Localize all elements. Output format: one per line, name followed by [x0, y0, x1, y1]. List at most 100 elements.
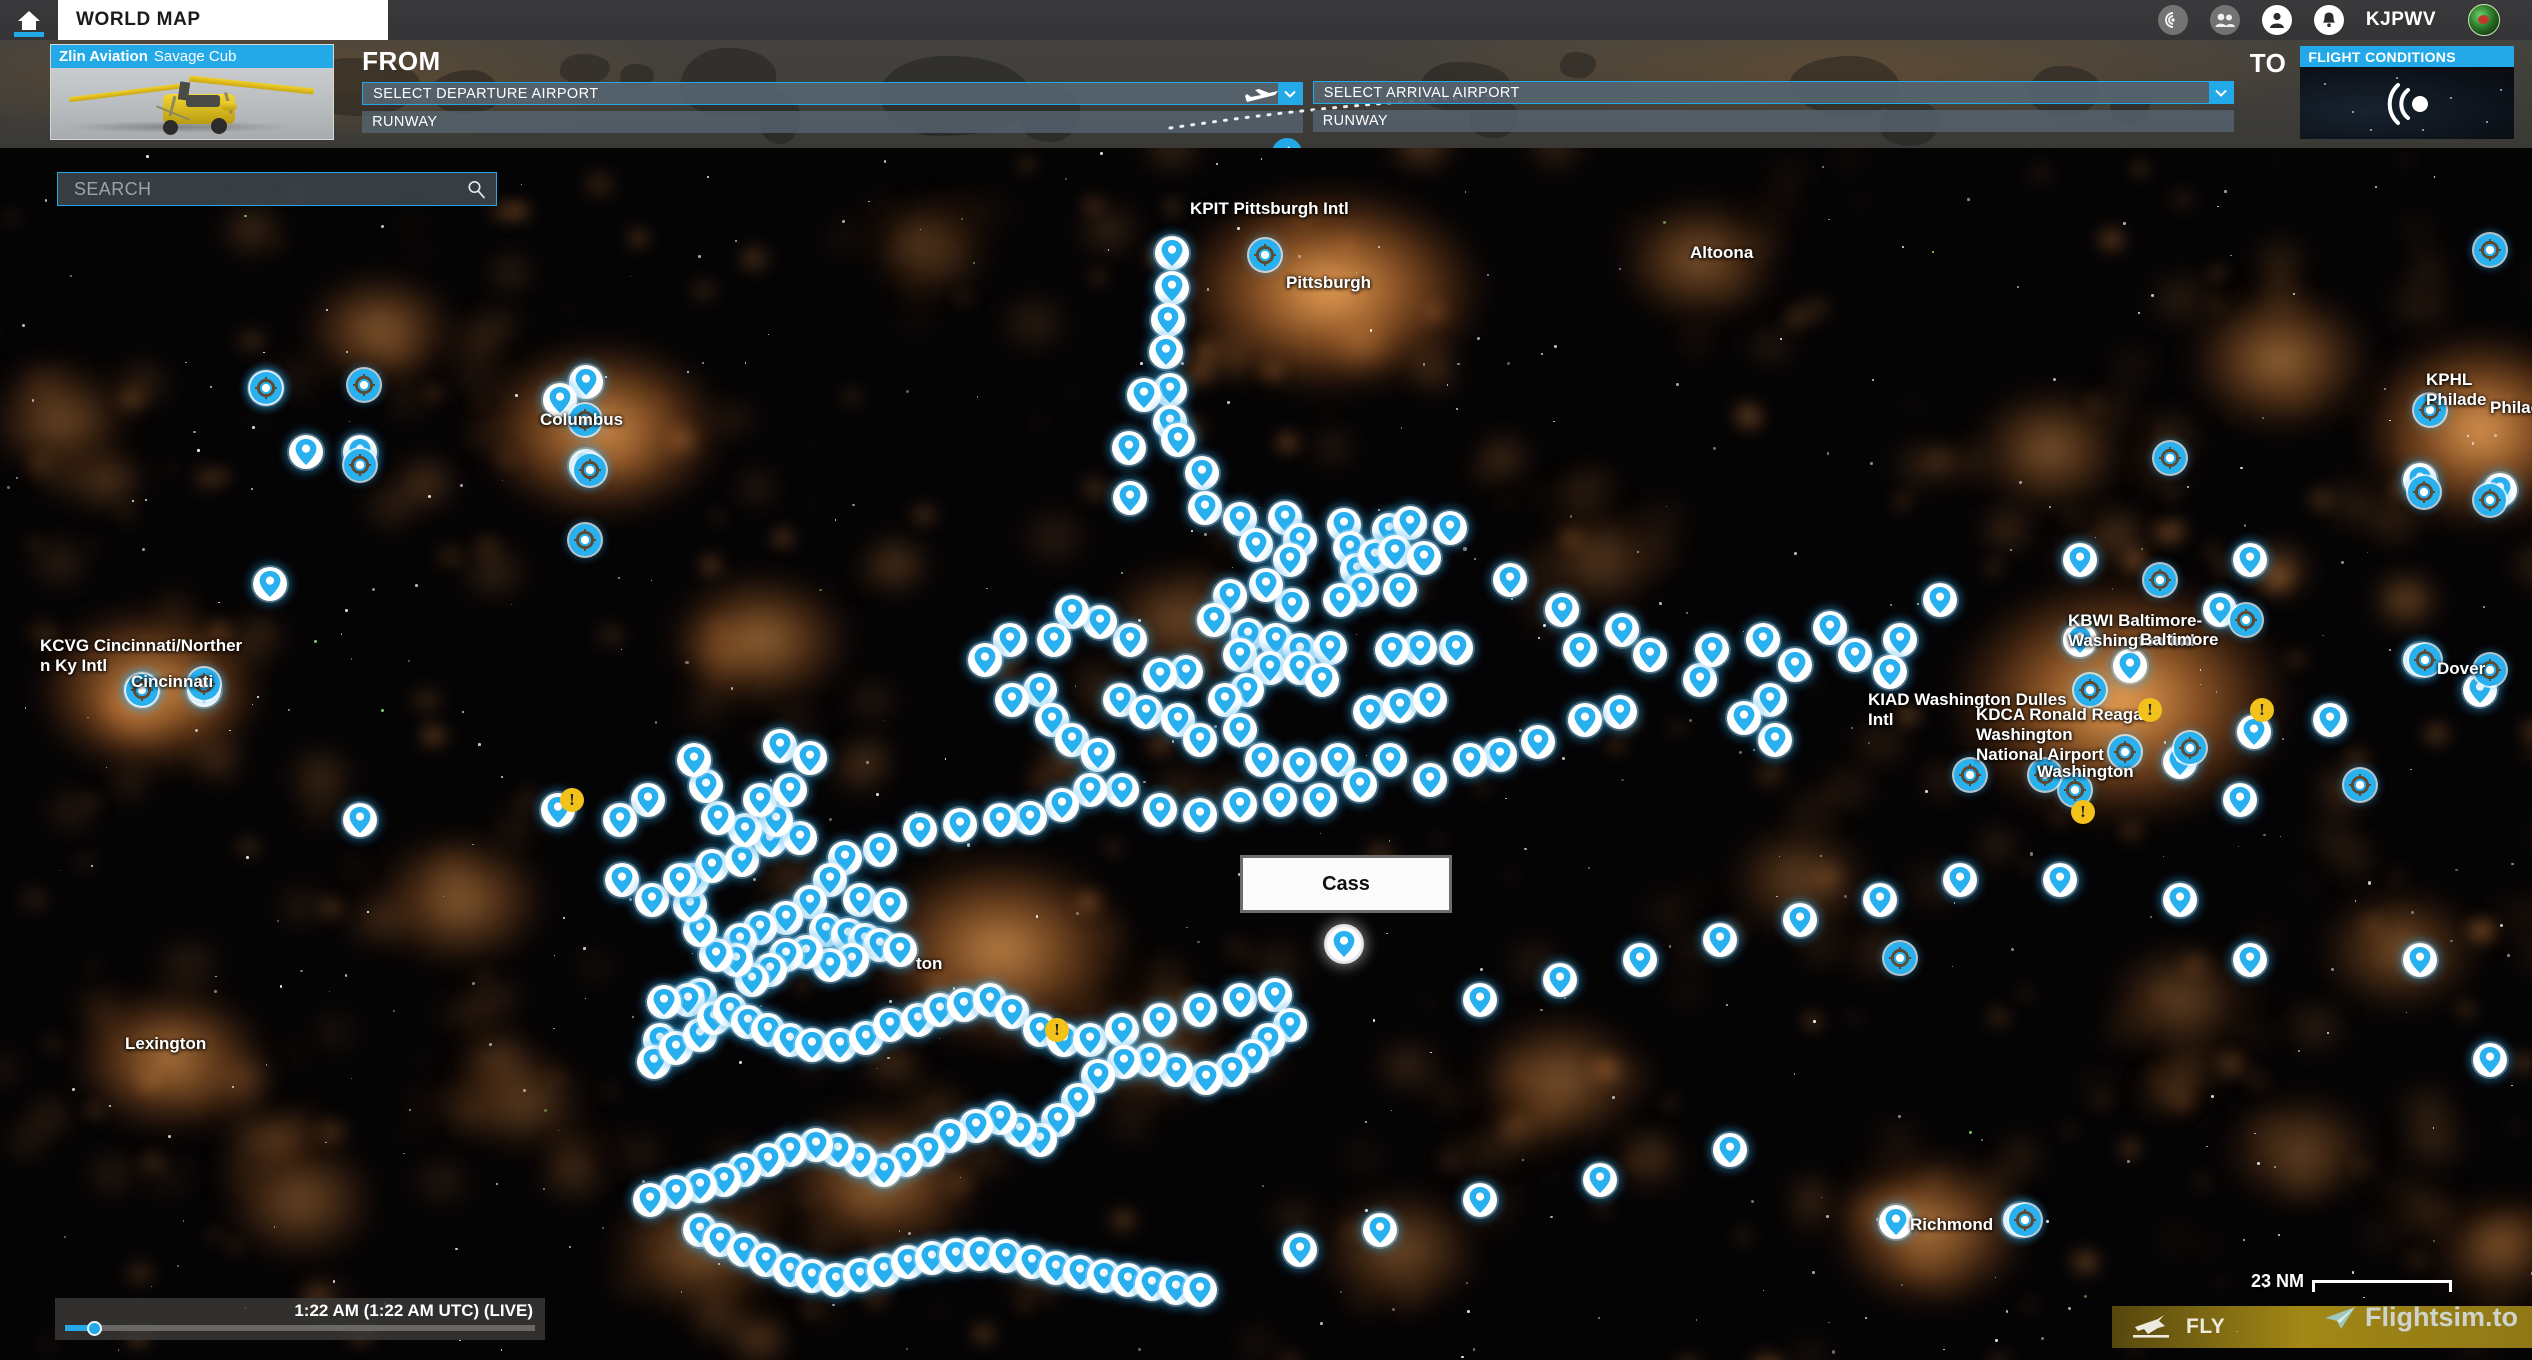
airport-marker[interactable]: [1407, 541, 1441, 575]
city-marker[interactable]: [569, 524, 601, 556]
airport-marker[interactable]: [773, 773, 807, 807]
airport-marker[interactable]: [1543, 963, 1577, 997]
city-marker[interactable]: [2474, 484, 2506, 516]
airport-marker[interactable]: [1923, 583, 1957, 617]
airport-marker[interactable]: [1223, 713, 1257, 747]
airport-marker[interactable]: [253, 567, 287, 601]
airport-marker[interactable]: [1185, 456, 1219, 490]
airport-marker[interactable]: [1045, 788, 1079, 822]
airport-marker[interactable]: [1683, 663, 1717, 697]
airport-marker[interactable]: [1013, 801, 1047, 835]
airport-marker[interactable]: [1143, 793, 1177, 827]
airport-marker[interactable]: [1727, 701, 1761, 735]
friends-icon[interactable]: [2209, 5, 2240, 35]
city-marker[interactable]: [1884, 942, 1916, 974]
city-marker[interactable]: [2408, 476, 2440, 508]
airport-marker[interactable]: [1113, 481, 1147, 515]
airport-marker[interactable]: [2163, 883, 2197, 917]
airport-marker[interactable]: [1778, 648, 1812, 682]
airport-marker[interactable]: [633, 1183, 667, 1217]
airport-marker[interactable]: [1112, 431, 1146, 465]
city-marker[interactable]: [2174, 732, 2206, 764]
airport-marker[interactable]: [793, 741, 827, 775]
airport-marker[interactable]: [1183, 1273, 1217, 1307]
airport-marker[interactable]: [1258, 978, 1292, 1012]
airport-marker[interactable]: [1343, 768, 1377, 802]
airport-marker[interactable]: [1373, 743, 1407, 777]
airport-marker[interactable]: [1695, 633, 1729, 667]
notifications-icon[interactable]: [2313, 5, 2344, 35]
airport-marker[interactable]: [1521, 725, 1555, 759]
airport-marker[interactable]: [1113, 623, 1147, 657]
airport-marker[interactable]: [1433, 511, 1467, 545]
airport-marker[interactable]: [1483, 738, 1517, 772]
airport-marker[interactable]: [1413, 683, 1447, 717]
airport-marker[interactable]: [843, 883, 877, 917]
airport-marker[interactable]: [289, 435, 323, 469]
airport-marker[interactable]: [1383, 689, 1417, 723]
airport-marker[interactable]: [1583, 1163, 1617, 1197]
airport-marker[interactable]: [2233, 543, 2267, 577]
airport-marker[interactable]: [1197, 603, 1231, 637]
airport-marker[interactable]: [1838, 638, 1872, 672]
airport-marker[interactable]: [1283, 1233, 1317, 1267]
airport-marker[interactable]: [1263, 783, 1297, 817]
airport-marker[interactable]: [1453, 743, 1487, 777]
airport-marker[interactable]: [1568, 703, 1602, 737]
airport-marker[interactable]: [1883, 623, 1917, 657]
airport-marker[interactable]: [1183, 993, 1217, 1027]
city-marker[interactable]: [2154, 442, 2186, 474]
airport-marker[interactable]: [1105, 1013, 1139, 1047]
airport-marker[interactable]: [1363, 1213, 1397, 1247]
airport-marker[interactable]: [968, 643, 1002, 677]
airport-marker[interactable]: [1313, 631, 1347, 665]
airport-marker[interactable]: [1323, 583, 1357, 617]
airport-marker[interactable]: [943, 808, 977, 842]
warning-badge[interactable]: !: [560, 788, 584, 812]
airport-marker[interactable]: [1746, 623, 1780, 657]
airport-marker-selected[interactable]: [1327, 927, 1361, 961]
airport-marker[interactable]: [1283, 748, 1317, 782]
airport-marker[interactable]: [647, 985, 681, 1019]
airport-marker[interactable]: [1623, 943, 1657, 977]
search-input[interactable]: SEARCH: [57, 172, 497, 206]
airport-marker[interactable]: [1603, 695, 1637, 729]
flight-conditions-preview[interactable]: [2300, 67, 2514, 139]
airport-marker[interactable]: [1081, 738, 1115, 772]
city-marker[interactable]: [2144, 564, 2176, 596]
airport-marker[interactable]: [1105, 773, 1139, 807]
airport-marker[interactable]: [873, 888, 907, 922]
city-marker[interactable]: [250, 372, 282, 404]
airport-marker[interactable]: [1463, 1183, 1497, 1217]
airport-marker[interactable]: [1545, 593, 1579, 627]
airport-marker[interactable]: [1703, 923, 1737, 957]
airport-marker[interactable]: [1413, 763, 1447, 797]
arrival-runway-field[interactable]: RUNWAY: [1312, 110, 2234, 132]
airport-marker[interactable]: [1439, 631, 1473, 665]
airport-marker[interactable]: [1375, 633, 1409, 667]
airport-marker[interactable]: [677, 743, 711, 777]
airport-marker[interactable]: [1183, 723, 1217, 757]
city-marker[interactable]: [2074, 674, 2106, 706]
home-button[interactable]: [0, 0, 58, 40]
airport-marker[interactable]: [863, 833, 897, 867]
city-marker[interactable]: [1249, 239, 1281, 271]
airport-marker[interactable]: [1873, 655, 1907, 689]
airport-marker[interactable]: [1353, 695, 1387, 729]
airport-marker[interactable]: [2313, 703, 2347, 737]
fly-bar[interactable]: FLY Flightsim.to: [2112, 1302, 2532, 1348]
airport-marker[interactable]: [1633, 638, 1667, 672]
airport-marker[interactable]: [1037, 623, 1071, 657]
airport-marker[interactable]: [1208, 683, 1242, 717]
aircraft-card[interactable]: Zlin Aviation Savage Cub: [50, 44, 335, 140]
airport-marker[interactable]: [2113, 649, 2147, 683]
airport-marker[interactable]: [663, 863, 697, 897]
airport-marker[interactable]: [1188, 491, 1222, 525]
airport-marker[interactable]: [1305, 663, 1339, 697]
airport-marker[interactable]: [883, 933, 917, 967]
fly-button[interactable]: FLY: [2112, 1314, 2225, 1340]
city-marker[interactable]: [574, 454, 606, 486]
radar-icon[interactable]: [2157, 5, 2188, 35]
warning-badge[interactable]: !: [2071, 800, 2095, 824]
city-marker[interactable]: [2009, 1204, 2041, 1236]
